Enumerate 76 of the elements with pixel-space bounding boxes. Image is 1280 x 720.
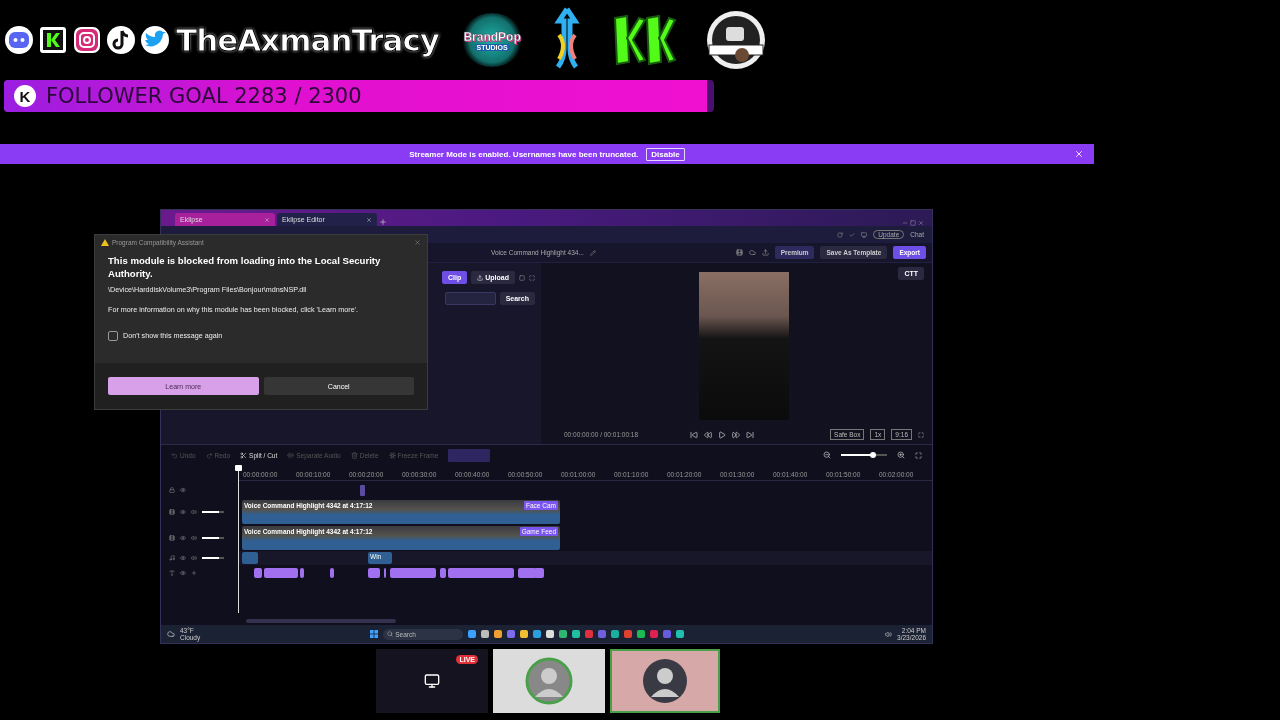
check-icon[interactable] xyxy=(849,231,856,238)
snowflake-icon xyxy=(388,451,396,459)
volume-icon[interactable] xyxy=(191,555,197,561)
pencil-icon[interactable] xyxy=(589,249,596,256)
eye-icon[interactable] xyxy=(180,570,186,576)
track-type-icon xyxy=(169,570,175,576)
track-type-icon xyxy=(169,555,175,561)
checkbox[interactable] xyxy=(108,330,118,341)
track-type-icon xyxy=(169,509,175,515)
skip-back-icon[interactable] xyxy=(690,430,698,439)
reload-icon[interactable] xyxy=(837,231,844,238)
audio-clip[interactable] xyxy=(242,552,258,564)
audio-wave-icon xyxy=(287,451,295,459)
upload-icon[interactable] xyxy=(761,249,769,256)
discord-logo-icon xyxy=(4,25,34,55)
kick-logo-icon xyxy=(38,25,68,55)
maximize-icon[interactable] xyxy=(910,220,916,226)
close-icon[interactable] xyxy=(414,238,421,246)
play-icon[interactable] xyxy=(718,430,726,439)
volume-icon[interactable] xyxy=(191,535,197,541)
close-icon[interactable] xyxy=(918,220,924,226)
volume-icon[interactable] xyxy=(885,630,893,638)
goal-label: FOLLOWER GOAL 2283 / 2300 xyxy=(46,84,362,108)
redo-icon xyxy=(205,451,213,459)
trash-icon xyxy=(350,451,358,459)
channel-name: TheAxmanTracy xyxy=(176,22,440,58)
eye-icon[interactable] xyxy=(180,487,186,493)
add-icon[interactable] xyxy=(191,570,197,576)
participant-tile[interactable] xyxy=(493,649,605,713)
clip-marker[interactable] xyxy=(360,484,365,496)
eye-icon[interactable] xyxy=(180,555,186,561)
volume-icon[interactable] xyxy=(191,509,197,515)
dialog-heading: This module is blocked from loading into the Local Security Authority. xyxy=(108,255,382,281)
search-field[interactable] xyxy=(445,292,496,305)
kk-logo-drawing xyxy=(611,12,678,68)
zoom-in-icon[interactable] xyxy=(897,451,905,459)
windows-start-icon[interactable] xyxy=(370,630,379,638)
eye-icon[interactable] xyxy=(180,509,186,515)
avatar-silhouette-icon xyxy=(641,657,689,705)
text-clips-drawing[interactable] xyxy=(254,567,544,579)
warning-icon xyxy=(101,238,109,246)
rewind-icon[interactable] xyxy=(704,430,712,439)
playhead[interactable] xyxy=(235,465,242,613)
monitor-icon xyxy=(424,673,440,689)
disable-button[interactable]: Disable xyxy=(646,147,685,161)
cloud-icon xyxy=(167,630,175,638)
eye-icon[interactable] xyxy=(180,535,186,541)
screen-icon[interactable] xyxy=(861,231,868,238)
close-icon[interactable] xyxy=(264,216,270,223)
fast-forward-icon[interactable] xyxy=(732,430,740,439)
sponsor-name: BrandPop xyxy=(463,29,521,44)
zoom-out-icon[interactable] xyxy=(823,451,831,459)
track-type-icon xyxy=(169,487,175,493)
banner-message: Streamer Mode is enabled. Usernames have been truncated. xyxy=(409,149,639,159)
tiktok-logo-icon xyxy=(106,25,136,55)
scissors-icon xyxy=(240,451,248,459)
scrollbar[interactable] xyxy=(246,619,396,623)
search-icon xyxy=(387,631,394,637)
close-icon[interactable] xyxy=(1074,149,1084,159)
fit-icon[interactable] xyxy=(915,451,922,459)
instagram-logo-icon xyxy=(72,25,102,55)
checkbox-icon[interactable] xyxy=(519,274,525,281)
zoom-thumb[interactable] xyxy=(870,452,877,458)
skip-forward-icon[interactable] xyxy=(746,430,754,439)
track-type-icon xyxy=(169,535,175,541)
grid-icon[interactable] xyxy=(529,274,535,281)
avatar-silhouette-icon xyxy=(525,657,573,705)
fullscreen-icon[interactable] xyxy=(918,431,924,438)
participant-tile[interactable] xyxy=(610,649,720,713)
undo-icon xyxy=(171,451,178,459)
upload-icon xyxy=(477,274,484,281)
bird-logo-icon xyxy=(140,25,170,55)
new-tab-icon[interactable] xyxy=(379,218,387,226)
film-icon[interactable] xyxy=(735,249,743,256)
cloud-icon[interactable] xyxy=(748,249,756,256)
close-icon[interactable] xyxy=(366,216,372,223)
